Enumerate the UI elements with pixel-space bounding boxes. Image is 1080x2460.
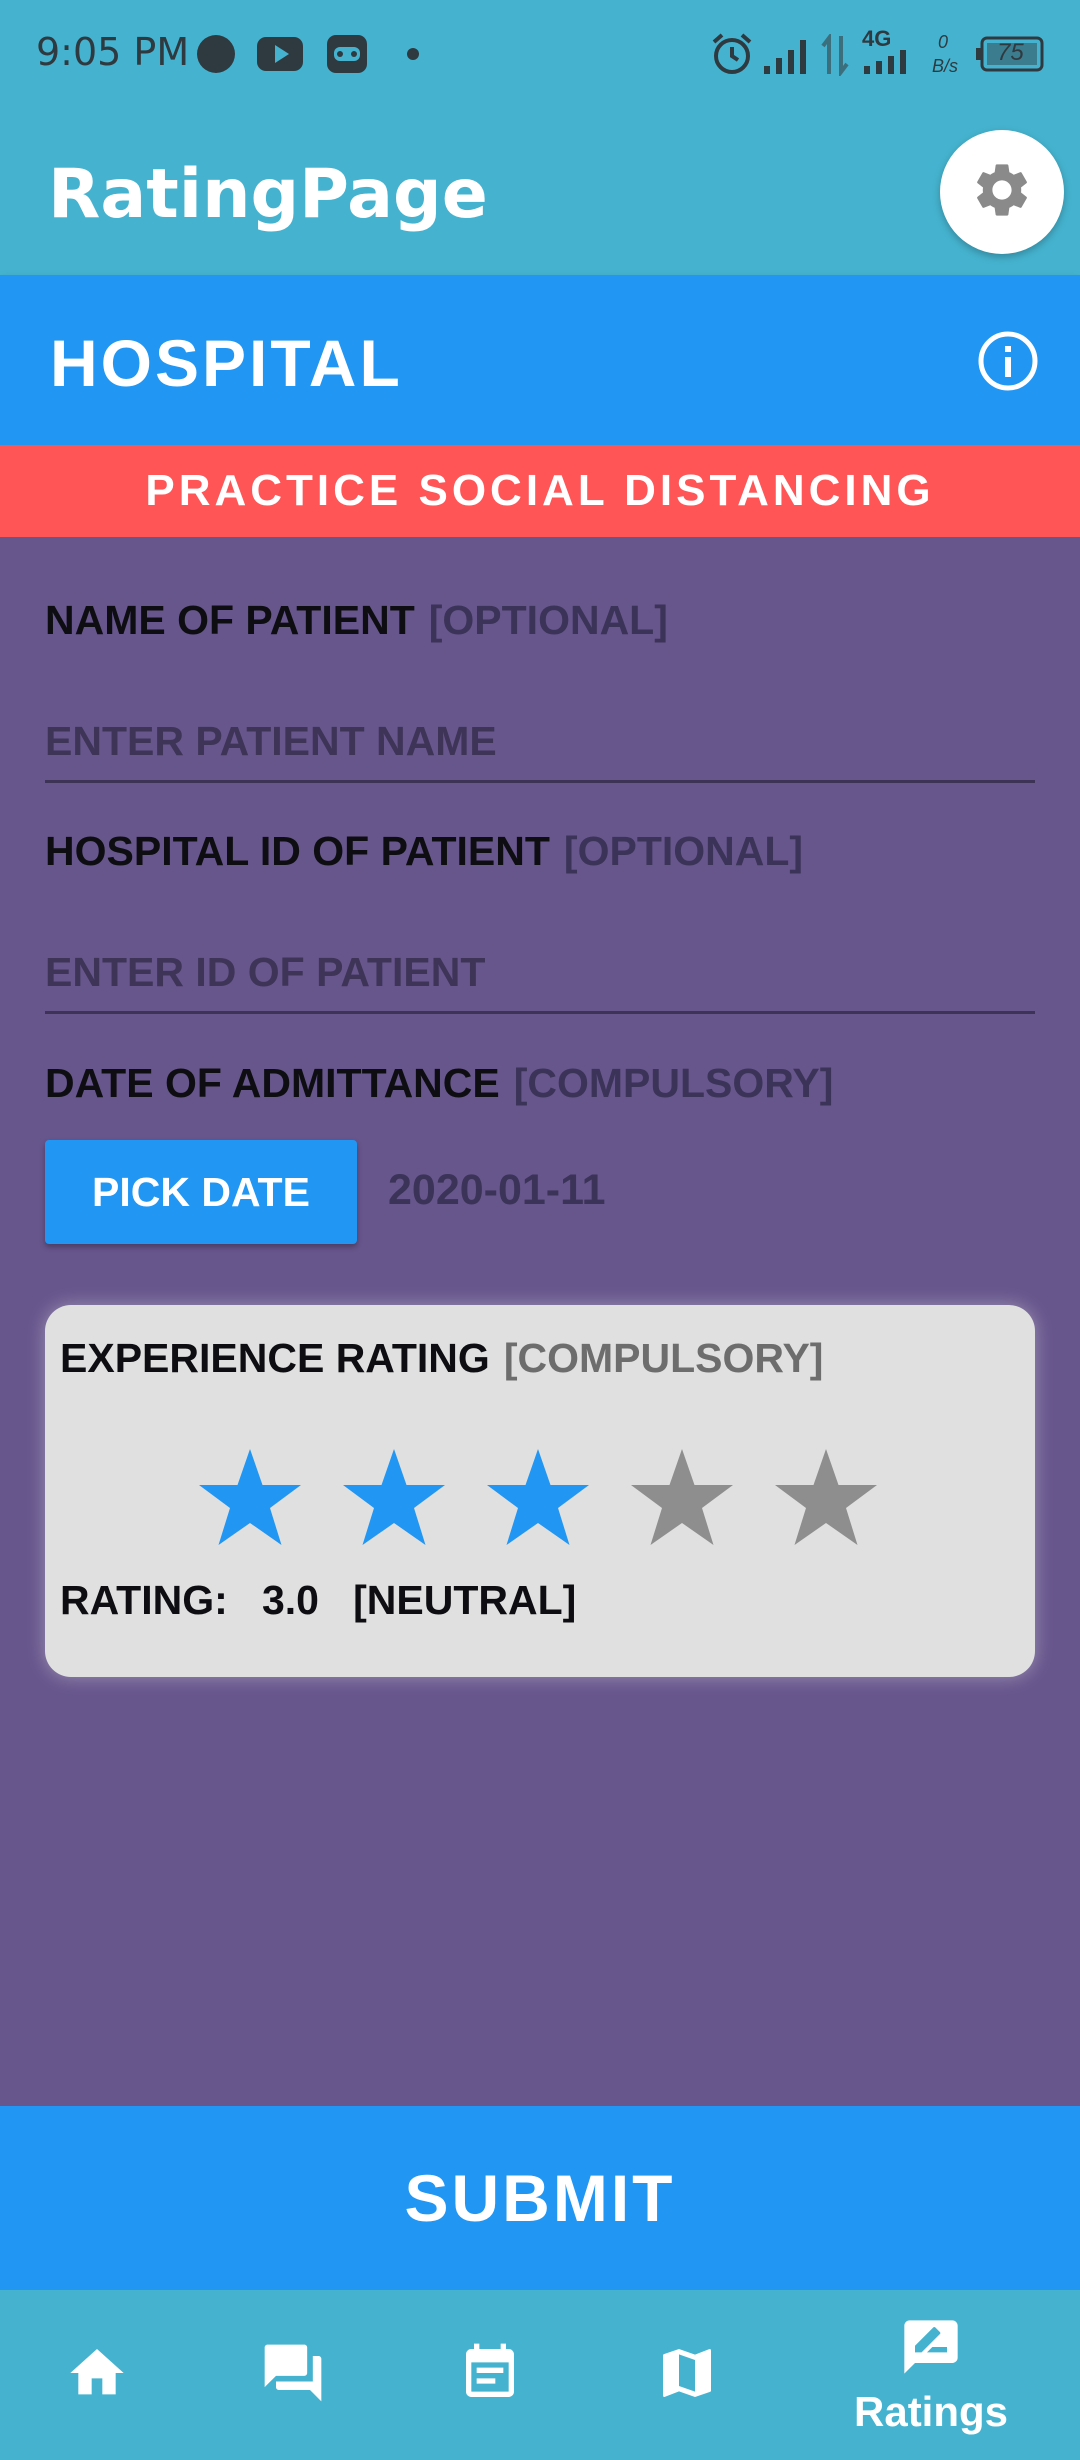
settings-button[interactable] bbox=[940, 130, 1064, 254]
home-icon bbox=[65, 2341, 129, 2410]
map-icon bbox=[655, 2341, 719, 2410]
status-bar: 9:05 PM 4G 0 B/s 75 bbox=[0, 0, 1080, 105]
nav-chat[interactable] bbox=[218, 2290, 368, 2460]
network-type: 4G bbox=[862, 26, 892, 51]
star-icon[interactable] bbox=[483, 1445, 593, 1555]
category-title: HOSPITAL bbox=[50, 326, 403, 400]
net-speed-value: 0 bbox=[938, 32, 949, 52]
star-icon[interactable] bbox=[627, 1445, 737, 1555]
star-icon[interactable] bbox=[771, 1445, 881, 1555]
rating-sentiment: [NEUTRAL] bbox=[353, 1577, 577, 1623]
game-controller-icon bbox=[326, 34, 368, 79]
star-icon[interactable] bbox=[339, 1445, 449, 1555]
patient-name-label-text: NAME OF PATIENT bbox=[45, 597, 415, 643]
gear-icon bbox=[970, 158, 1034, 227]
nav-map[interactable] bbox=[612, 2290, 762, 2460]
experience-rating-card: EXPERIENCE RATING [COMPULSORY] RATING: 3.… bbox=[45, 1305, 1035, 1677]
dot-icon bbox=[406, 47, 420, 66]
hospital-id-input[interactable] bbox=[45, 934, 1035, 1014]
patient-name-input[interactable] bbox=[45, 703, 1035, 783]
bottom-navigation: Ratings bbox=[0, 2290, 1080, 2460]
rate-review-icon bbox=[899, 2315, 963, 2384]
banner-text: PRACTICE SOCIAL DISTANCING bbox=[145, 466, 935, 515]
signal-icon bbox=[762, 38, 810, 79]
hospital-id-tag: [OPTIONAL] bbox=[563, 828, 804, 874]
rating-readout: RATING: 3.0 [NEUTRAL] bbox=[60, 1577, 576, 1624]
nav-home[interactable] bbox=[22, 2290, 172, 2460]
app-title: RatingPage bbox=[48, 155, 488, 234]
hospital-id-label-text: HOSPITAL ID OF PATIENT bbox=[45, 828, 550, 874]
youtube-icon bbox=[256, 36, 304, 77]
info-button[interactable] bbox=[975, 330, 1041, 396]
patient-name-label: NAME OF PATIENT [OPTIONAL] bbox=[45, 597, 668, 644]
nav-ratings-label: Ratings bbox=[854, 2387, 1009, 2435]
info-icon bbox=[977, 330, 1039, 397]
alarm-icon bbox=[710, 32, 754, 81]
notification-dot-icon bbox=[196, 34, 236, 79]
calendar-note-icon bbox=[458, 2341, 522, 2410]
star-icon[interactable] bbox=[195, 1445, 305, 1555]
experience-rating-label: EXPERIENCE RATING [COMPULSORY] bbox=[60, 1335, 823, 1382]
patient-name-tag: [OPTIONAL] bbox=[428, 597, 668, 643]
admit-date-label-text: DATE OF ADMITTANCE bbox=[45, 1060, 500, 1106]
social-distancing-banner: PRACTICE SOCIAL DISTANCING bbox=[0, 445, 1080, 537]
nav-calendar[interactable] bbox=[415, 2290, 565, 2460]
rating-prefix: RATING: bbox=[60, 1577, 228, 1623]
experience-rating-tag: [COMPULSORY] bbox=[503, 1335, 824, 1381]
hospital-id-label: HOSPITAL ID OF PATIENT [OPTIONAL] bbox=[45, 828, 803, 875]
star-rating-bar[interactable] bbox=[195, 1445, 895, 1555]
admit-date-tag: [COMPULSORY] bbox=[513, 1060, 834, 1106]
nav-ratings[interactable]: Ratings bbox=[854, 2290, 1009, 2460]
pick-date-button[interactable]: PICK DATE bbox=[45, 1140, 357, 1244]
admit-date-value: 2020-01-11 bbox=[388, 1166, 606, 1214]
data-arrows-icon bbox=[820, 32, 850, 81]
app-bar: RatingPage bbox=[0, 105, 1080, 275]
chat-icon bbox=[259, 2339, 327, 2412]
submit-button[interactable]: SUBMIT bbox=[0, 2106, 1080, 2290]
category-header: HOSPITAL bbox=[0, 275, 1080, 445]
admit-date-label: DATE OF ADMITTANCE [COMPULSORY] bbox=[45, 1060, 833, 1107]
signal-4g-icon bbox=[862, 50, 910, 79]
status-time: 9:05 PM bbox=[36, 30, 190, 74]
net-speed-unit: B/s bbox=[932, 56, 959, 76]
rating-value: 3.0 bbox=[261, 1577, 319, 1623]
battery-level: 75 bbox=[997, 39, 1024, 66]
experience-rating-label-text: EXPERIENCE RATING bbox=[60, 1335, 490, 1381]
rating-page-screen: 9:05 PM 4G 0 B/s 75 RatingPage HOSPITAL … bbox=[0, 0, 1080, 2460]
